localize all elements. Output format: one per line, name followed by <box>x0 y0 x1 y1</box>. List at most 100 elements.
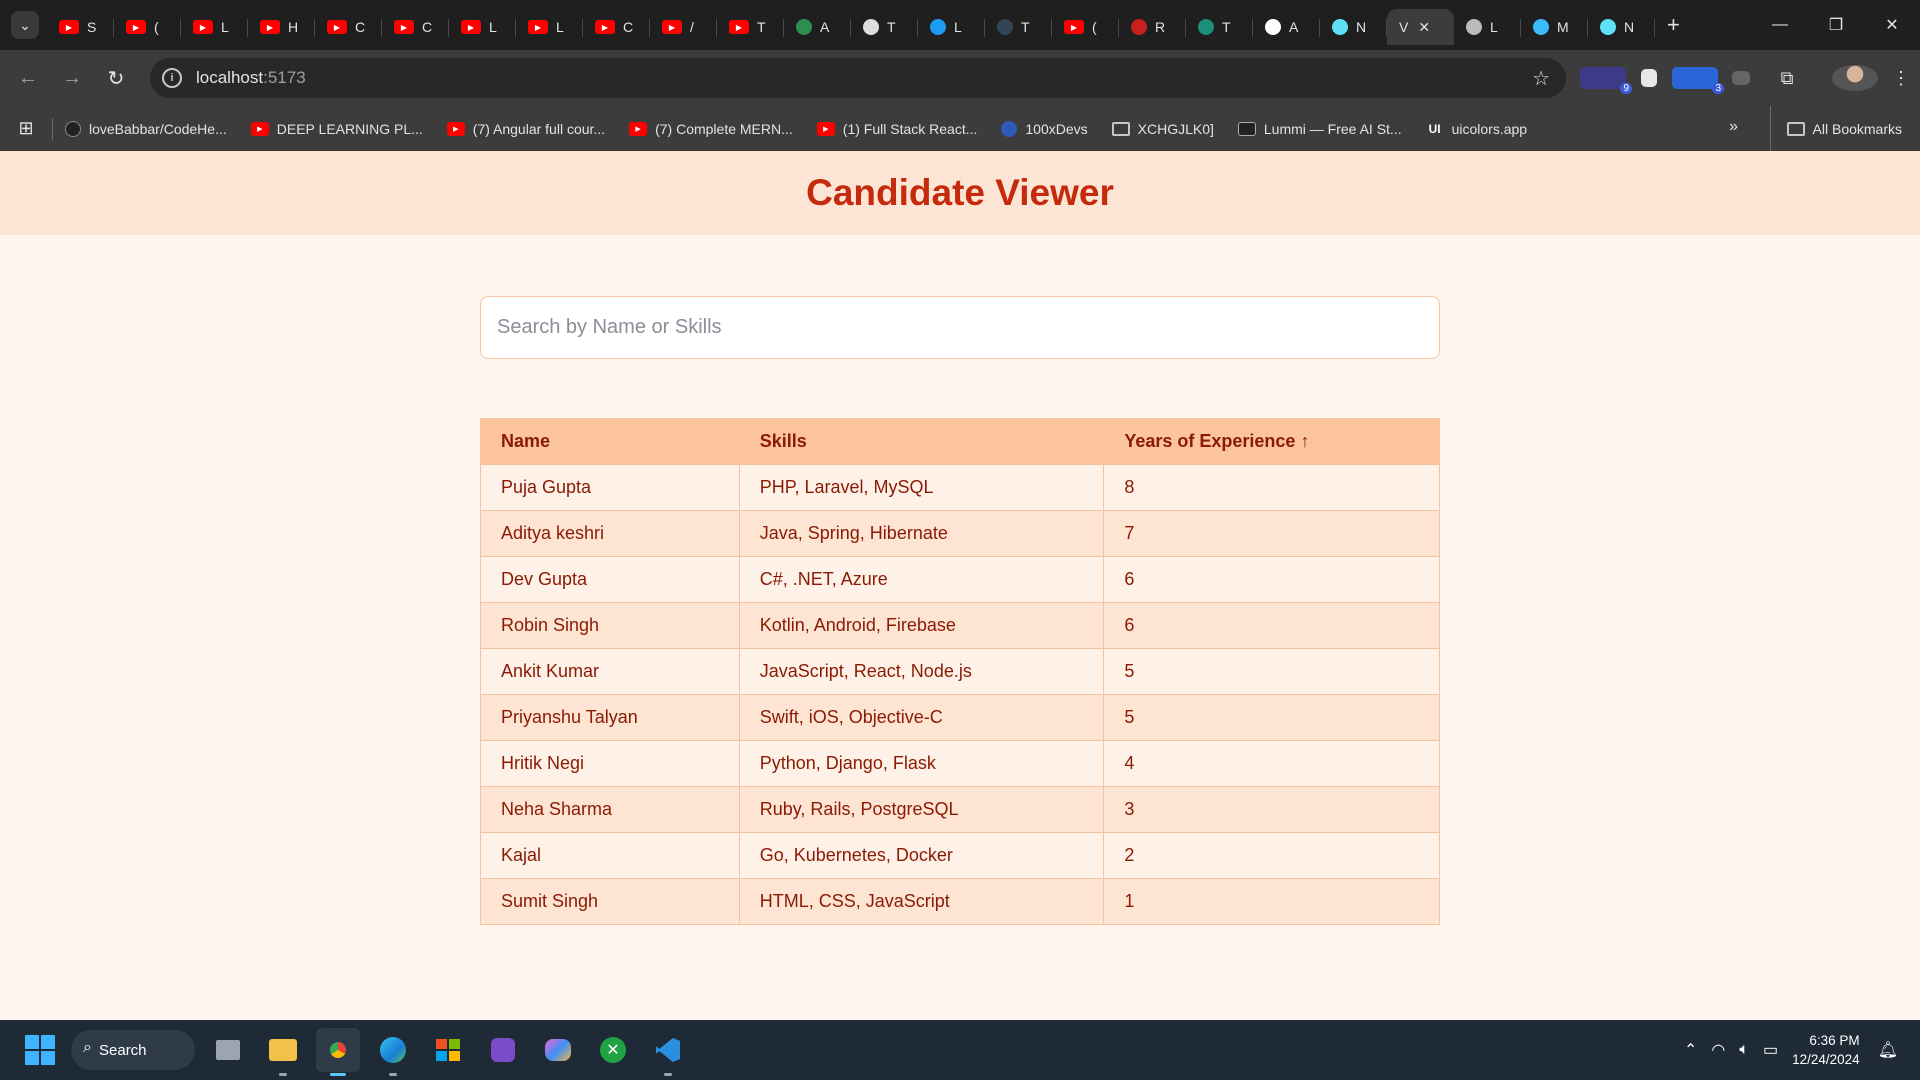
browser-tab[interactable]: C <box>583 9 650 45</box>
cell-name: Robin Singh <box>480 602 740 649</box>
new-tab-button[interactable]: + <box>1667 12 1680 38</box>
browser-tab[interactable]: / <box>650 9 717 45</box>
tab-title: ( <box>1092 19 1097 35</box>
extension-1[interactable]: 9 <box>1580 67 1632 94</box>
bookmark-label: (1) Full Stack React... <box>842 120 978 137</box>
apps-button[interactable]: ⊞ <box>0 118 52 139</box>
notification-bell-icon[interactable]: 🔔︎ <box>1878 1040 1898 1060</box>
browser-tab[interactable]: L <box>449 9 516 45</box>
close-window-icon[interactable]: ✕ <box>1864 0 1920 50</box>
reload-icon: ↻ <box>107 67 125 90</box>
bookmark-item[interactable]: Lummi — Free AI St... <box>1237 121 1402 137</box>
browser-tab[interactable]: L <box>181 9 248 45</box>
extension-2[interactable] <box>1626 69 1672 87</box>
table-row: Aditya keshri Java, Spring, Hibernate 7 <box>480 510 1440 557</box>
minimize-icon[interactable]: — <box>1752 0 1808 50</box>
cell-name: Hritik Negi <box>480 740 740 787</box>
table-row: Priyanshu Talyan Swift, iOS, Objective-C 5 <box>480 694 1440 741</box>
column-header-experience[interactable]: Years of Experience ↑ <box>1103 418 1440 465</box>
bookmark-item[interactable]: XCHGJLK0] <box>1111 121 1214 137</box>
reload-button[interactable]: ↻ <box>94 56 138 100</box>
vscode-icon[interactable] <box>646 1028 690 1076</box>
gemini-icon <box>796 19 812 35</box>
volume-icon[interactable]: 🔈︎ <box>1739 1041 1749 1059</box>
browser-tab[interactable]: R <box>1119 9 1186 45</box>
edge-icon[interactable] <box>371 1028 415 1076</box>
browser-tab[interactable]: S <box>47 9 114 45</box>
browser-tab[interactable]: T <box>717 9 784 45</box>
browser-tab[interactable]: H <box>248 9 315 45</box>
more-bookmarks-icon[interactable]: » <box>1729 118 1738 136</box>
site-info-icon[interactable]: i <box>162 68 182 88</box>
browser-tab[interactable]: T <box>985 9 1052 45</box>
page-title: Candidate Viewer <box>806 172 1114 213</box>
ui-icon: UI <box>1428 121 1441 136</box>
bookmark-item[interactable]: (1) Full Stack React... <box>816 120 978 137</box>
browser-menu-button[interactable]: ⋮ <box>1878 68 1920 89</box>
bookmark-item[interactable]: loveBabbar/CodeHe... <box>65 120 227 137</box>
browser-tab[interactable]: ( <box>1052 9 1119 45</box>
cell-name: Neha Sharma <box>480 786 740 833</box>
bookmark-item[interactable]: 100xDevs <box>1001 120 1088 137</box>
tab-list: S(LHCCLLC/TATLT(RTANV✕LMN <box>47 0 1655 50</box>
bookmark-star-icon[interactable]: ☆ <box>1532 66 1550 91</box>
photos-app-icon[interactable] <box>481 1028 525 1072</box>
browser-tab[interactable]: T <box>1186 9 1253 45</box>
cell-experience: 7 <box>1103 510 1440 557</box>
browser-tab[interactable]: T <box>851 9 918 45</box>
cell-skills: Kotlin, Android, Firebase <box>738 602 1105 649</box>
browser-tab[interactable]: ( <box>114 9 181 45</box>
chevron-up-icon[interactable]: ⌃ <box>1684 1040 1697 1060</box>
table-row: Robin Singh Kotlin, Android, Firebase 6 <box>480 602 1440 649</box>
browser-tab[interactable]: M <box>1521 9 1588 45</box>
extension-3[interactable]: 3 <box>1672 67 1724 94</box>
browser-tab[interactable]: A <box>1253 9 1320 45</box>
column-header-skills[interactable]: Skills <box>738 418 1105 465</box>
file-explorer-icon[interactable] <box>261 1028 305 1076</box>
back-button[interactable]: ← <box>6 56 50 100</box>
bookmark-item[interactable]: (7) Complete MERN... <box>629 121 793 137</box>
url-text[interactable]: localhost:5173 <box>196 68 306 88</box>
browser-tab[interactable]: N <box>1320 9 1387 45</box>
doc-icon <box>863 19 879 35</box>
extension-4[interactable] <box>1718 71 1764 85</box>
bookmark-item[interactable]: DEEP LEARNING PL... <box>250 121 423 137</box>
browser-tab[interactable]: C <box>315 9 382 45</box>
browser-tab[interactable]: A <box>784 9 851 45</box>
wifi-icon[interactable]: ◠ <box>1711 1040 1725 1060</box>
browser-tab[interactable]: V ✕ <box>1387 9 1454 45</box>
copilot-icon[interactable] <box>536 1028 580 1072</box>
clock[interactable]: 6:36 PM 12/24/2024 <box>1792 1031 1860 1069</box>
search-input[interactable] <box>497 316 1417 339</box>
browser-tab-strip: ⌄ S(LHCCLLC/TATLT(RTANV✕LMN + — ❐ ✕ <box>0 0 1920 50</box>
column-header-name[interactable]: Name <box>480 418 740 465</box>
search-box[interactable] <box>480 296 1440 359</box>
chrome-icon[interactable] <box>316 1028 360 1076</box>
address-bar[interactable]: i localhost:5173 ☆ <box>150 58 1566 98</box>
bookmark-item[interactable]: UI uicolors.app <box>1426 121 1528 137</box>
browser-tab[interactable]: N <box>1588 9 1655 45</box>
tab-search-button[interactable]: ⌄ <box>11 11 39 39</box>
extensions-menu-button[interactable]: ⧉ <box>1764 68 1810 89</box>
profile-button[interactable] <box>1832 65 1878 91</box>
browser-tab[interactable]: L <box>516 9 583 45</box>
browser-tab[interactable]: L <box>918 9 985 45</box>
react-icon <box>1332 19 1348 35</box>
taskbar-search-button[interactable]: ⌕ Search <box>71 1030 195 1070</box>
cell-skills: HTML, CSS, JavaScript <box>738 878 1105 925</box>
browser-tab[interactable]: C <box>382 9 449 45</box>
browser-tab[interactable]: L <box>1454 9 1521 45</box>
forward-button[interactable]: → <box>50 56 94 100</box>
battery-icon[interactable]: ▭ <box>1763 1040 1778 1060</box>
windows-start-icon[interactable] <box>25 1035 55 1065</box>
hexagon-extension-icon: 9 <box>1580 67 1632 94</box>
task-view-icon[interactable] <box>206 1028 250 1072</box>
xbox-icon[interactable]: ✕ <box>591 1028 635 1072</box>
microsoft-store-icon[interactable] <box>426 1028 470 1072</box>
all-bookmarks-button[interactable]: All Bookmarks <box>1769 106 1902 151</box>
restore-icon[interactable]: ❐ <box>1808 0 1864 50</box>
close-tab-icon[interactable]: ✕ <box>1418 19 1430 36</box>
bookmark-label: uicolors.app <box>1451 120 1528 137</box>
profile-icon <box>997 19 1013 35</box>
bookmark-item[interactable]: (7) Angular full cour... <box>446 121 605 137</box>
